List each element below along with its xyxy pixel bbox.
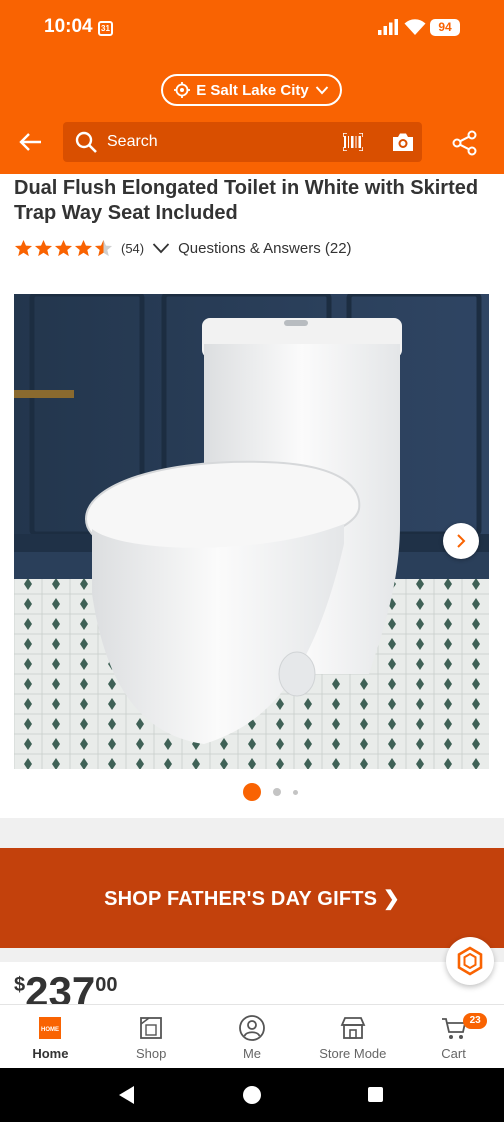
cart-count-badge: 23 bbox=[463, 1013, 488, 1029]
nav-label: Shop bbox=[136, 1046, 167, 1061]
system-navigation-bar bbox=[0, 1068, 504, 1122]
product-image[interactable] bbox=[14, 294, 489, 769]
signal-icon bbox=[378, 19, 398, 35]
store-icon bbox=[340, 1017, 366, 1039]
star-rating bbox=[14, 239, 113, 258]
search-placeholder: Search bbox=[107, 133, 158, 150]
back-arrow-icon[interactable] bbox=[18, 129, 44, 155]
status-time: 10:04 bbox=[44, 16, 93, 37]
search-icon bbox=[75, 131, 97, 153]
pagination-dot[interactable] bbox=[273, 788, 281, 796]
system-back-icon[interactable] bbox=[118, 1085, 136, 1105]
nav-label: Store Mode bbox=[319, 1046, 387, 1061]
pagination-dot[interactable] bbox=[293, 789, 298, 795]
nav-cart[interactable]: Cart 23 bbox=[403, 1005, 504, 1068]
person-icon bbox=[239, 1015, 265, 1041]
questions-answers-link[interactable]: Questions & Answers (22) bbox=[178, 240, 351, 257]
battery-icon: 94 bbox=[430, 19, 460, 36]
star-icon bbox=[74, 239, 93, 256]
section-divider bbox=[0, 948, 504, 962]
fathers-day-promo-banner[interactable]: SHOP FATHER'S DAY GIFTS ❯ bbox=[0, 848, 504, 948]
star-half-icon bbox=[94, 239, 113, 256]
wifi-icon bbox=[404, 19, 426, 35]
home-depot-logo-icon: HOME bbox=[39, 1017, 62, 1039]
chat-assistant-button[interactable] bbox=[446, 937, 494, 985]
review-count[interactable]: (54) bbox=[121, 241, 144, 256]
star-icon bbox=[34, 239, 53, 256]
chevron-down-icon bbox=[152, 243, 170, 254]
system-home-icon[interactable] bbox=[243, 1086, 261, 1104]
camera-icon[interactable] bbox=[391, 131, 415, 153]
nav-label: Me bbox=[242, 1046, 262, 1061]
search-input[interactable]: Search bbox=[63, 122, 422, 162]
image-pagination bbox=[243, 783, 298, 801]
price-cents: 00 bbox=[95, 974, 118, 996]
system-recents-icon[interactable] bbox=[368, 1087, 383, 1102]
store-location-selector[interactable]: E Salt Lake City bbox=[161, 74, 342, 106]
section-divider bbox=[0, 818, 504, 848]
price-currency: $ bbox=[14, 974, 26, 996]
app-header: E Salt Lake City Search bbox=[0, 56, 504, 174]
toilet-photo bbox=[14, 294, 489, 769]
product-title: Dual Flush Elongated Toilet in White wit… bbox=[14, 177, 479, 224]
bottom-navigation: HOME Home Shop Me Store Mode Cart 23 bbox=[0, 1004, 504, 1068]
calendar-icon: 31 bbox=[98, 21, 113, 36]
location-target-icon bbox=[174, 82, 191, 98]
nav-home[interactable]: HOME Home bbox=[0, 1005, 101, 1068]
chevron-right-icon bbox=[457, 534, 466, 548]
rating-row[interactable]: (54) Questions & Answers (22) bbox=[14, 237, 352, 259]
nav-label: Home bbox=[32, 1046, 69, 1061]
star-icon bbox=[54, 239, 73, 256]
barcode-scan-icon[interactable] bbox=[343, 133, 363, 151]
location-label: E Salt Lake City bbox=[196, 81, 309, 99]
nav-shop[interactable]: Shop bbox=[101, 1005, 202, 1068]
price-whole: 237 bbox=[25, 968, 96, 1006]
hexagon-assistant-icon bbox=[457, 946, 483, 976]
nav-label: Cart bbox=[441, 1046, 466, 1061]
svg-text:HOME: HOME bbox=[41, 1027, 59, 1033]
nav-store-mode[interactable]: Store Mode bbox=[302, 1005, 403, 1068]
product-price: $23700 bbox=[14, 968, 117, 1006]
nav-me[interactable]: Me bbox=[202, 1005, 303, 1068]
app-screen: 10:04 31 94 E Salt Lake City Search Dual… bbox=[0, 0, 504, 1122]
share-icon[interactable] bbox=[452, 130, 478, 156]
chevron-down-icon bbox=[315, 86, 329, 95]
shop-icon bbox=[140, 1017, 163, 1039]
star-icon bbox=[14, 239, 33, 256]
status-bar: 10:04 31 94 bbox=[0, 0, 504, 56]
pagination-dot-active[interactable] bbox=[243, 783, 261, 801]
next-image-button[interactable] bbox=[443, 523, 479, 559]
